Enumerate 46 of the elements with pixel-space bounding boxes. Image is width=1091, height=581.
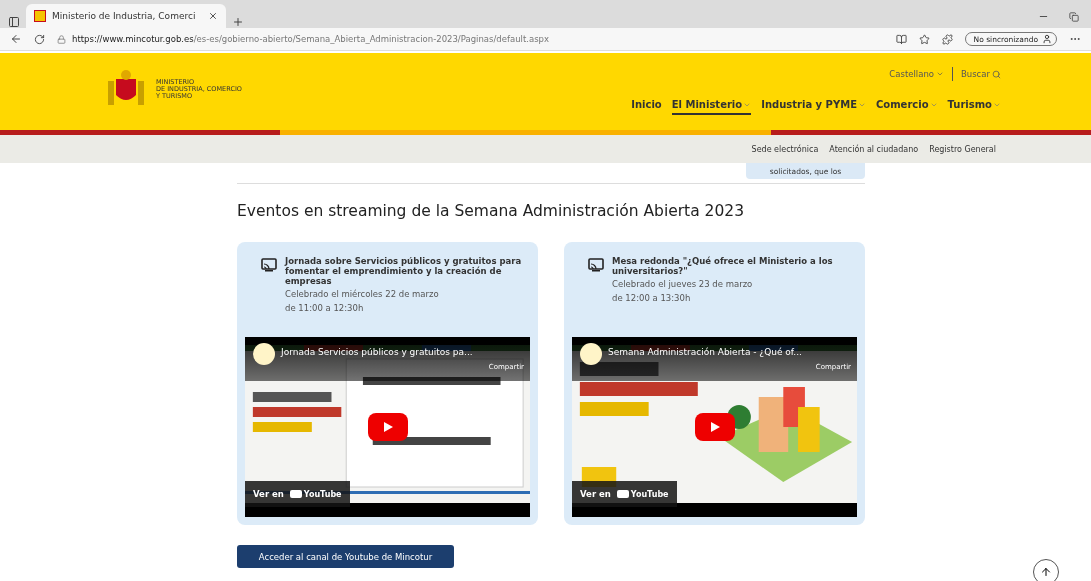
event-title: Mesa redonda "¿Qué ofrece el Ministerio a los universitarios?": [612, 256, 834, 276]
utility-link[interactable]: Sede electrónica: [751, 144, 819, 154]
language-link[interactable]: Castellano: [889, 69, 944, 79]
play-button[interactable]: [694, 413, 735, 441]
event-time: de 11:00 a 12:30h: [285, 302, 365, 314]
favorite-icon[interactable]: [918, 33, 930, 45]
event-time: de 12:00 a 13:30h: [612, 292, 692, 304]
address-field[interactable]: https://www.mincotur.gob.es/es-es/gobierno-abierto/Semana_Abierta_Administracion-2023/Paginas/default.aspx: [57, 31, 884, 47]
browser-tab[interactable]: Ministerio de Industria, Comerci: [26, 4, 226, 28]
play-icon: [708, 421, 721, 433]
utility-link[interactable]: Atención al ciudadano: [829, 144, 919, 154]
close-icon[interactable]: [208, 11, 218, 21]
extensions-icon[interactable]: [941, 33, 953, 45]
channel-button[interactable]: Acceder al canal de Youtube de Mincotur: [237, 545, 454, 568]
reload-icon[interactable]: [34, 33, 45, 45]
search-icon: [992, 69, 1001, 79]
cast-icon: [261, 258, 277, 272]
cast-icon: [588, 258, 604, 272]
scroll-top-button[interactable]: [1033, 559, 1059, 581]
arrow-up-icon: [1040, 566, 1052, 578]
nav-link[interactable]: Industria y PYME: [761, 99, 866, 115]
event-date: Celebrado el jueves 23 de marzo: [612, 278, 754, 290]
back-icon[interactable]: [10, 33, 22, 45]
watch-on-youtube-link[interactable]: Ver en YouTube: [572, 481, 677, 507]
favicon-icon: [34, 10, 46, 22]
nav-link[interactable]: Comercio: [875, 99, 938, 115]
event-date: Celebrado el miércoles 22 de marzo: [285, 288, 440, 300]
restore-icon[interactable]: [1069, 12, 1079, 22]
chevron-icon: [935, 70, 944, 78]
watch-on-youtube-link[interactable]: Ver en YouTube: [245, 481, 350, 507]
utility-link[interactable]: Registro General: [929, 144, 996, 154]
search-link[interactable]: Buscar: [960, 69, 1001, 79]
video-title[interactable]: Semana Administración Abierta - ¿Qué of...: [608, 347, 802, 357]
sidebar-icon[interactable]: [8, 16, 20, 28]
profile-icon: [1042, 34, 1052, 44]
nav-link[interactable]: Turismo: [947, 99, 1001, 115]
play-button[interactable]: [367, 413, 408, 441]
reader-icon[interactable]: [895, 33, 907, 45]
nav-link[interactable]: Inicio: [631, 99, 662, 115]
video-title[interactable]: Jornada Servicios públicos y gratuitos pa...: [281, 347, 473, 357]
section-heading: Eventos en streaming de la Semana Administración Abierta 2023: [237, 202, 746, 220]
event-title: Jornada sobre Servicios públicos y gratuitos para fomentar el emprendimiento y la creación de empresas: [285, 256, 523, 286]
nav-link[interactable]: El Ministerio: [671, 99, 752, 115]
lock-icon: [57, 34, 66, 44]
play-icon: [381, 421, 394, 433]
new-tab-icon[interactable]: [232, 16, 244, 28]
